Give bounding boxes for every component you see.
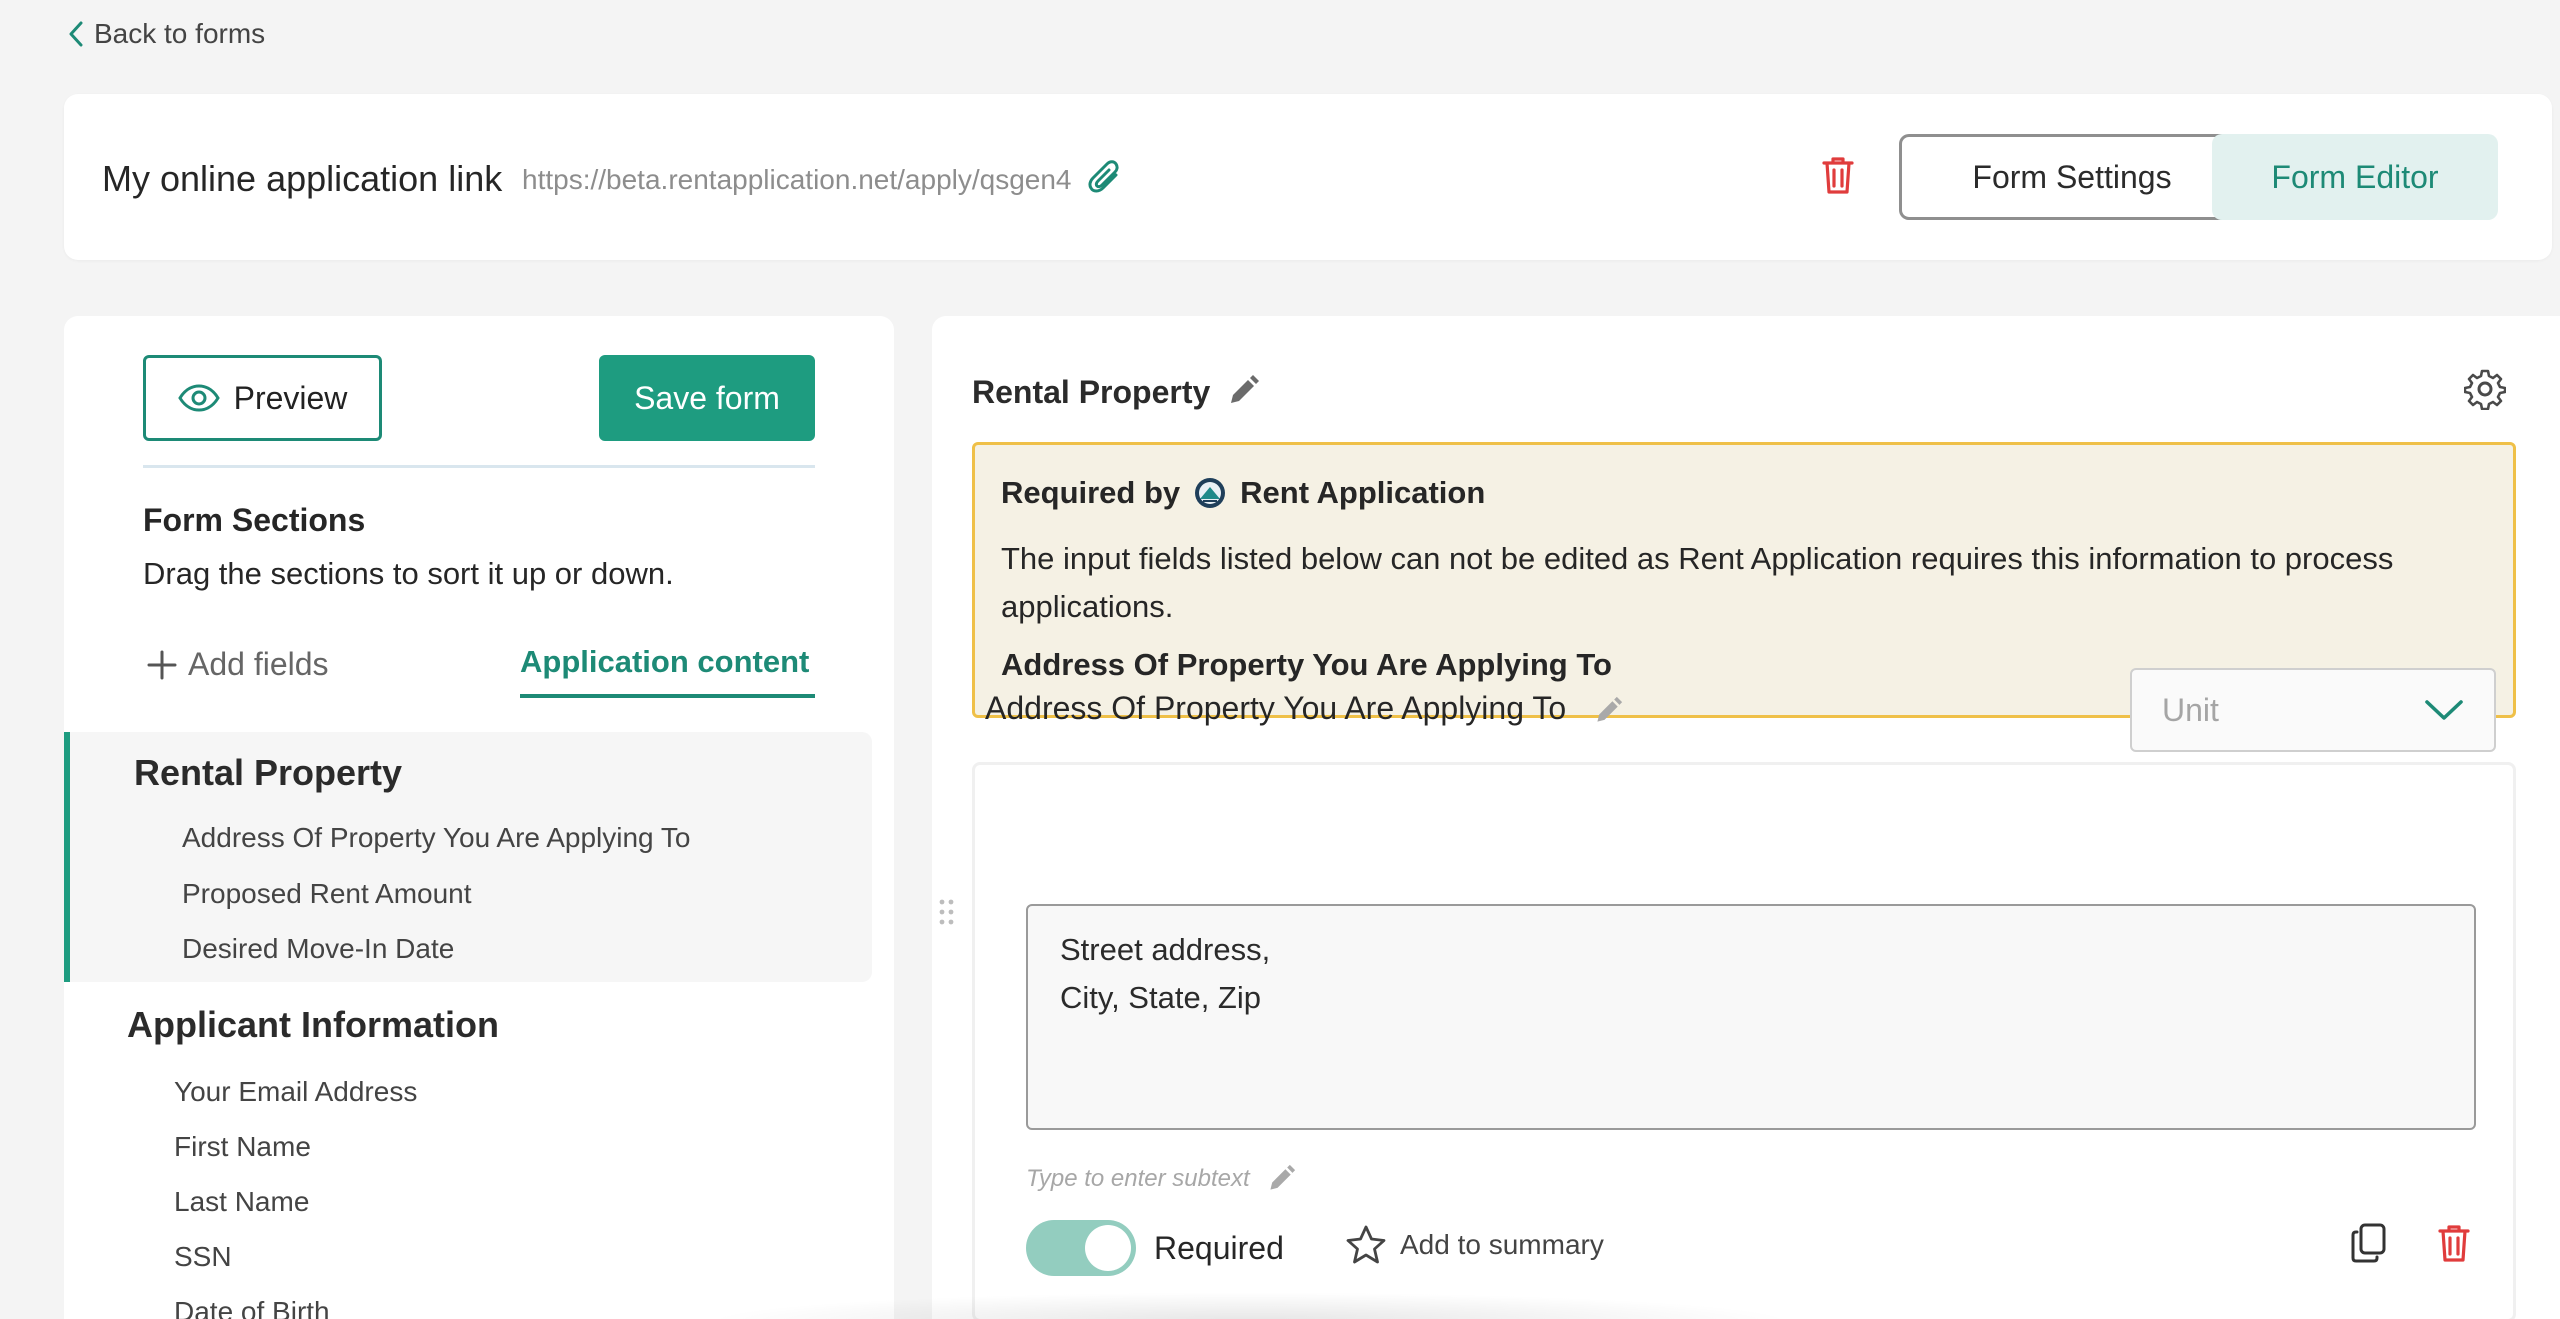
save-form-button[interactable]: Save form [599, 355, 815, 441]
plus-icon [146, 649, 178, 681]
add-fields-tab[interactable]: Add fields [146, 646, 329, 683]
address-line-2: City, State, Zip [1060, 980, 1261, 1015]
add-to-summary-label: Add to summary [1400, 1229, 1604, 1260]
rent-application-logo-icon [1194, 477, 1226, 509]
chevron-down-icon [2424, 698, 2464, 722]
required-by-label: Required by [1001, 475, 1181, 510]
section-field[interactable]: Date of Birth [174, 1296, 330, 1319]
pencil-icon[interactable] [1593, 696, 1623, 726]
paperclip-icon[interactable] [1088, 158, 1122, 196]
add-fields-label: Add fields [188, 646, 329, 682]
sections-subtitle: Drag the sections to sort it up or down. [143, 556, 674, 591]
form-settings-button[interactable]: Form Settings [1899, 134, 2245, 220]
pencil-icon[interactable] [1226, 374, 1260, 408]
app-name: Rent Application [1240, 475, 1486, 510]
section-field[interactable]: SSN [174, 1241, 232, 1273]
preview-label: Preview [233, 379, 348, 416]
section-title-applicant-information[interactable]: Applicant Information [127, 1004, 499, 1046]
form-editor-button[interactable]: Form Editor [2212, 134, 2498, 220]
drag-handle-icon[interactable] [938, 898, 956, 926]
application-link-card: My online application link https://beta.… [64, 94, 2552, 260]
divider [143, 465, 815, 468]
subtext-input[interactable]: Type to enter subtext [1026, 1164, 1296, 1194]
section-field[interactable]: Address Of Property You Are Applying To [182, 822, 690, 854]
unit-placeholder: Unit [2162, 691, 2219, 728]
notice-body: The input fields listed below can not be… [1001, 541, 2394, 624]
section-field[interactable]: First Name [174, 1131, 311, 1163]
toggle-knob [1085, 1225, 1131, 1271]
trash-icon[interactable] [1820, 154, 1856, 196]
section-field[interactable]: Proposed Rent Amount [182, 878, 472, 910]
section-field[interactable]: Your Email Address [174, 1076, 417, 1108]
application-url[interactable]: https://beta.rentapplication.net/apply/q… [522, 164, 1072, 196]
back-to-forms-link[interactable]: Back to forms [68, 18, 265, 50]
sections-title: Form Sections [143, 502, 366, 538]
link-title: My online application link [102, 158, 503, 199]
preview-button[interactable]: Preview [143, 355, 382, 441]
notice-field-name: Address Of Property You Are Applying To [1001, 647, 1612, 682]
section-field[interactable]: Last Name [174, 1186, 309, 1218]
add-to-summary-button[interactable]: Add to summary [1344, 1224, 1604, 1266]
pencil-icon[interactable] [1266, 1164, 1296, 1194]
gear-icon[interactable] [2464, 368, 2506, 410]
subtext-placeholder: Type to enter subtext [1026, 1165, 1250, 1192]
star-icon [1344, 1224, 1388, 1266]
back-to-forms-label: Back to forms [94, 18, 266, 49]
trash-icon[interactable] [2436, 1222, 2472, 1264]
chevron-left-icon [68, 21, 84, 47]
form-sections-panel: Preview Save form Form Sections Drag the… [64, 316, 894, 1319]
section-editor-panel: Rental Property Required by Rent Applica… [932, 316, 2560, 1319]
duplicate-icon[interactable] [2350, 1222, 2388, 1264]
required-toggle[interactable] [1026, 1220, 1136, 1276]
section-title-rental-property: Rental Property [134, 752, 403, 793]
required-label: Required [1154, 1230, 1284, 1266]
address-textarea[interactable]: Street address, City, State, Zip [1026, 904, 2476, 1130]
notice-heading: Required by Rent Application [1001, 475, 1485, 511]
eye-icon [177, 384, 220, 412]
section-field[interactable]: Desired Move-In Date [182, 933, 454, 965]
section-heading: Rental Property [972, 374, 1211, 410]
tab-application-content[interactable]: Application content [520, 644, 815, 698]
address-line-1: Street address, [1060, 932, 1271, 967]
field-label-text: Address Of Property You Are Applying To [985, 690, 1567, 726]
unit-select[interactable]: Unit [2130, 668, 2496, 752]
field-label: Address Of Property You Are Applying To [985, 690, 1623, 727]
